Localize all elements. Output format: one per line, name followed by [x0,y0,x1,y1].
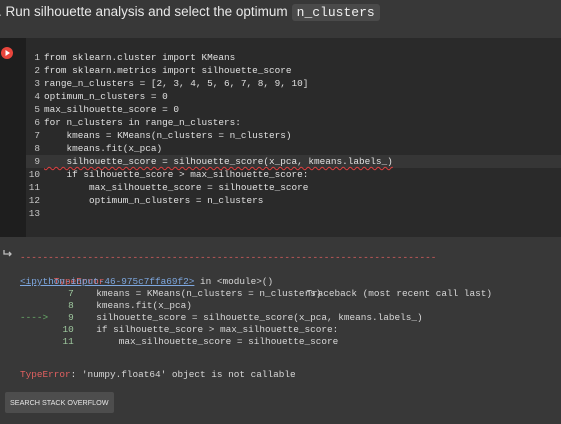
code-line[interactable]: 5 max_silhouette_score = 0 [26,103,561,116]
code-line[interactable]: 13 [26,207,561,220]
traceback-marker [20,300,48,311]
code-text: for n_clusters in range_n_clusters: [44,117,241,128]
traceback-line: 11 max_silhouette_score = silhouette_sco… [20,336,339,348]
cell-gutter [0,38,26,237]
code-text: max_silhouette_score = silhouette_score [44,182,309,193]
code-line[interactable]: 2 from sklearn.metrics import silhouette_… [26,64,561,77]
error-message: TypeError: 'numpy.float64' object is not… [20,369,296,381]
code-cell[interactable]: 1 from sklearn.cluster import KMeans 2 from… [0,38,561,237]
play-icon [5,50,10,56]
traceback-line: 7 kmeans = KMeans(n_clusters = n_cluster… [20,288,321,300]
code-line[interactable]: 10 if silhouette_score > max_silhouette_… [26,168,561,181]
traceback-label: Traceback (most recent call last) [306,288,492,299]
line-number: 10 [28,169,40,180]
error-message-text: : 'numpy.float64' object is not callable [70,369,296,380]
line-number: 6 [34,117,40,128]
code-line[interactable]: 11 max_silhouette_score = silhouette_sco… [26,181,561,194]
code-line[interactable]: 1 from sklearn.cluster import KMeans [26,51,561,64]
code-text: optimum_n_clusters = 0 [44,91,168,102]
line-number: 4 [34,91,40,102]
heading-text: . Run silhouette analysis and select the… [0,4,288,19]
line-number: 12 [28,195,40,206]
code-text: range_n_clusters = [2, 3, 4, 5, 6, 7, 8,… [44,78,309,89]
output-arrow-icon[interactable] [2,247,14,259]
code-line[interactable]: 3 range_n_clusters = [2, 3, 4, 5, 6, 7, 8… [26,77,561,90]
traceback-code: if silhouette_score > max_silhouette_sco… [73,324,339,335]
traceback-line: ----> 9 silhouette_score = silhouette_sc… [20,312,423,324]
traceback-line-number: 11 [62,336,74,347]
code-line[interactable]: 4 optimum_n_clusters = 0 [26,90,561,103]
traceback-header: TypeError Traceback (most recent call la… [20,264,500,299]
line-number: 9 [34,156,40,167]
traceback-line: 10 if silhouette_score > max_silhouette_… [20,324,339,336]
code-text: from sklearn.metrics import silhouette_s… [44,65,292,76]
code-text: if silhouette_score > max_silhouette_sco… [44,169,309,180]
run-cell-button[interactable] [1,47,13,59]
code-text: kmeans.fit(x_pca) [44,143,163,154]
heading-code: n_clusters [291,4,380,21]
line-number: 8 [34,143,40,154]
traceback-marker [20,324,48,335]
traceback-code: kmeans.fit(x_pca) [73,300,192,311]
traceback-line-number: 8 [68,300,74,311]
code-text: max_silhouette_score = 0 [44,104,180,115]
traceback-code: silhouette_score = silhouette_score(x_pc… [73,312,423,323]
code-line[interactable]: 7 kmeans = KMeans(n_clusters = n_cluster… [26,129,561,142]
output-dashes: ----------------------------------------… [20,252,437,263]
code-editor[interactable]: 1 from sklearn.cluster import KMeans 2 from… [26,38,561,237]
code-line[interactable]: 12 optimum_n_clusters = n_clusters [26,194,561,207]
line-number: 1 [34,52,40,63]
traceback-line-number: 7 [68,288,74,299]
line-number: 7 [34,130,40,141]
line-number: 2 [34,65,40,76]
output-area: ----------------------------------------… [0,243,561,424]
code-line[interactable]: 9 silhouette_score = silhouette_score(x_… [26,155,561,168]
traceback-marker: ----> [20,312,49,323]
code-text: optimum_n_clusters = n_clusters [44,195,264,206]
line-number: 11 [28,182,40,193]
traceback-source: <ipython-input-46-975c7ffa69f2> in <modu… [20,276,273,288]
code-line[interactable]: 6 for n_clusters in range_n_clusters: [26,116,561,129]
code-line[interactable]: 8 kmeans.fit(x_pca) [26,142,561,155]
section-heading: . Run silhouette analysis and select the… [0,0,561,25]
search-stack-overflow-button[interactable]: SEARCH STACK OVERFLOW [5,392,114,413]
error-message-name: TypeError [20,369,71,380]
code-text: kmeans = KMeans(n_clusters = n_clusters) [44,130,292,141]
line-number: 3 [34,78,40,89]
traceback-code: max_silhouette_score = silhouette_score [73,336,339,347]
traceback-marker [20,288,48,299]
ipython-input-link[interactable]: <ipython-input-46-975c7ffa69f2> [20,276,194,287]
line-number: 13 [28,208,40,219]
code-text: from sklearn.cluster import KMeans [44,52,236,63]
traceback-marker [20,336,48,347]
traceback-line-number: 10 [62,324,74,335]
traceback-code: kmeans = KMeans(n_clusters = n_clusters) [73,288,322,299]
traceback-line-number: 9 [68,312,74,323]
in-module-text: in <module>() [194,276,274,287]
traceback-line: 8 kmeans.fit(x_pca) [20,300,192,312]
line-number: 5 [34,104,40,115]
code-text: silhouette_score = silhouette_score(x_pc… [44,156,393,167]
